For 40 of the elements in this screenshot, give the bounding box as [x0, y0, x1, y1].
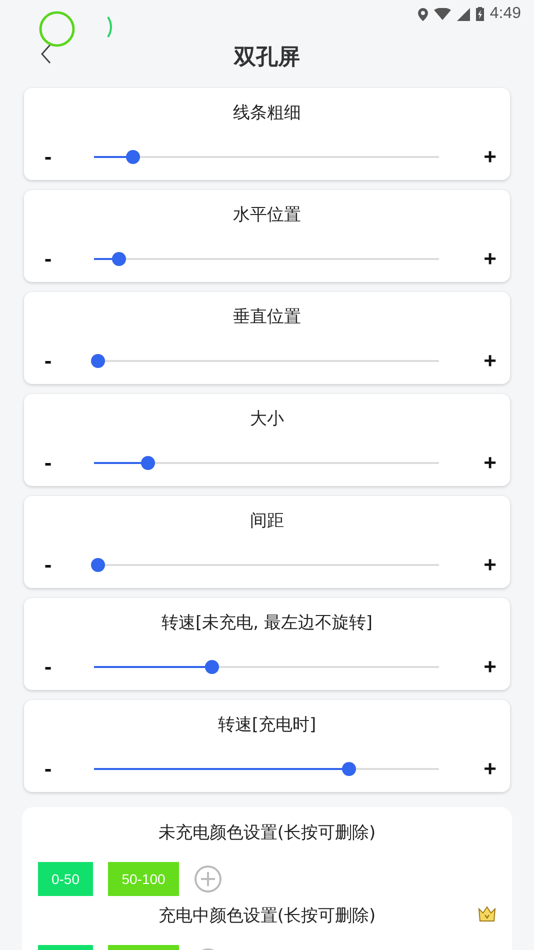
increase-button[interactable]: +: [470, 654, 510, 680]
increase-button[interactable]: +: [470, 348, 510, 374]
ring-icon: [38, 10, 76, 48]
increase-button[interactable]: +: [470, 552, 510, 578]
slider-label: 间距: [250, 510, 284, 533]
slider-label: 垂直位置: [233, 306, 301, 329]
slider-thumb[interactable]: [90, 558, 105, 572]
slider-label: 大小: [250, 408, 284, 431]
decrease-button[interactable]: -: [28, 144, 68, 170]
decrease-button[interactable]: -: [28, 756, 68, 782]
slider-thumb[interactable]: [126, 150, 140, 164]
increase-button[interactable]: +: [470, 144, 510, 170]
section-heading: 充电中颜色设置(长按可删除): [158, 905, 376, 927]
crown-icon[interactable]: [478, 906, 496, 922]
slider-thumb[interactable]: [140, 456, 155, 470]
slider-thumb[interactable]: [205, 660, 220, 674]
decrease-button[interactable]: -: [28, 654, 68, 680]
signal-icon: [456, 8, 470, 20]
clock-time: 4:49: [490, 5, 521, 23]
page-title: 双孔屏: [234, 44, 300, 72]
battery-icon: [476, 7, 484, 21]
decrease-button[interactable]: -: [28, 246, 68, 272]
decrease-button[interactable]: -: [28, 450, 68, 476]
section-heading: 未充电颜色设置(长按可删除): [158, 822, 376, 844]
slider-thumb[interactable]: [90, 354, 105, 368]
location-icon: [418, 8, 428, 20]
arc-icon: [107, 16, 113, 38]
slider-label: 转速[充电时]: [218, 714, 316, 737]
increase-button[interactable]: +: [470, 450, 510, 476]
decrease-button[interactable]: -: [28, 348, 68, 374]
increase-button[interactable]: +: [470, 756, 510, 782]
slider-label: 水平位置: [233, 204, 301, 227]
slider-thumb[interactable]: [112, 252, 126, 266]
increase-button[interactable]: +: [470, 246, 510, 272]
slider-label: 转速[未充电, 最左边不旋转]: [161, 612, 373, 635]
wifi-icon: [434, 8, 451, 20]
back-icon[interactable]: [41, 44, 51, 64]
slider-label: 线条粗细: [233, 102, 301, 125]
decrease-button[interactable]: -: [28, 552, 68, 578]
slider-thumb[interactable]: [342, 762, 356, 776]
